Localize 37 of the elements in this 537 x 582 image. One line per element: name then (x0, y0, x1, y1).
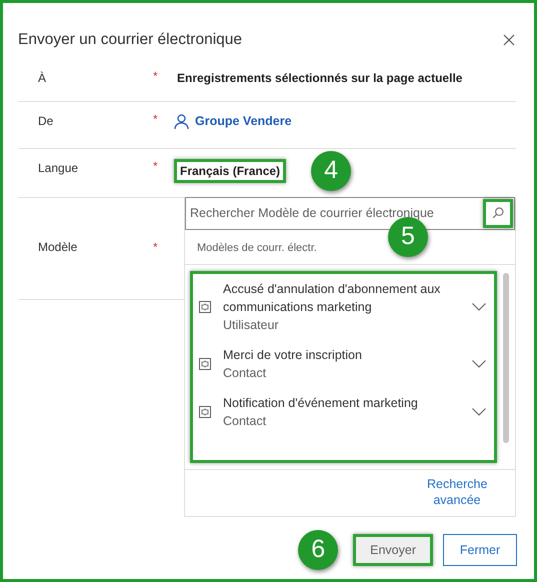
template-title: Merci de votre inscription (223, 347, 363, 364)
field-label: De (37, 113, 54, 130)
field-label: Langue (37, 160, 80, 177)
template-type: Contact (223, 365, 268, 382)
close-dialog-button[interactable]: Fermer (443, 534, 517, 566)
callout-number: 6 (298, 530, 338, 570)
required-mark: * (153, 240, 158, 254)
template-title: Notification d'événement marketing (223, 395, 419, 412)
send-button[interactable]: Envoyer (353, 534, 433, 566)
search-icon (492, 206, 504, 220)
template-icon (199, 358, 211, 370)
required-mark: * (153, 158, 158, 173)
field-value: Enregistrements sélectionnés sur la page actuelle (176, 70, 464, 87)
close-button[interactable] (502, 33, 516, 47)
required-mark: * (153, 69, 158, 83)
advanced-search-link[interactable]: Recherche avancée (427, 476, 487, 508)
template-title: Accusé d'annulation d'abonnement aux communications marketing (223, 281, 442, 316)
required-mark: * (153, 112, 158, 126)
template-item[interactable]: Accusé d'annulation d'abonnement aux communications marketing Utilisateur (193, 274, 494, 340)
field-label: À (37, 70, 48, 87)
template-icon (199, 406, 211, 418)
search-button[interactable] (483, 198, 513, 228)
chevron-down-icon (472, 408, 486, 416)
template-item[interactable]: Merci de votre inscription Contact (193, 340, 494, 388)
callout-number: 4 (311, 150, 352, 191)
template-item[interactable]: Notification d'événement marketing Contact (193, 388, 494, 436)
template-icon (199, 301, 211, 314)
chevron-down-icon (472, 303, 486, 312)
lookup-text: Groupe Vendere (195, 113, 292, 130)
lookup-link[interactable]: Groupe Vendere (174, 112, 292, 131)
dialog-title: Envoyer un courrier électronique (18, 30, 242, 50)
person-icon (174, 114, 189, 129)
template-type: Utilisateur (223, 317, 280, 334)
chevron-down-icon (472, 360, 486, 368)
template-type: Contact (223, 413, 268, 430)
field-label: Modèle (37, 238, 78, 256)
field-value: Français (France) (174, 158, 286, 183)
